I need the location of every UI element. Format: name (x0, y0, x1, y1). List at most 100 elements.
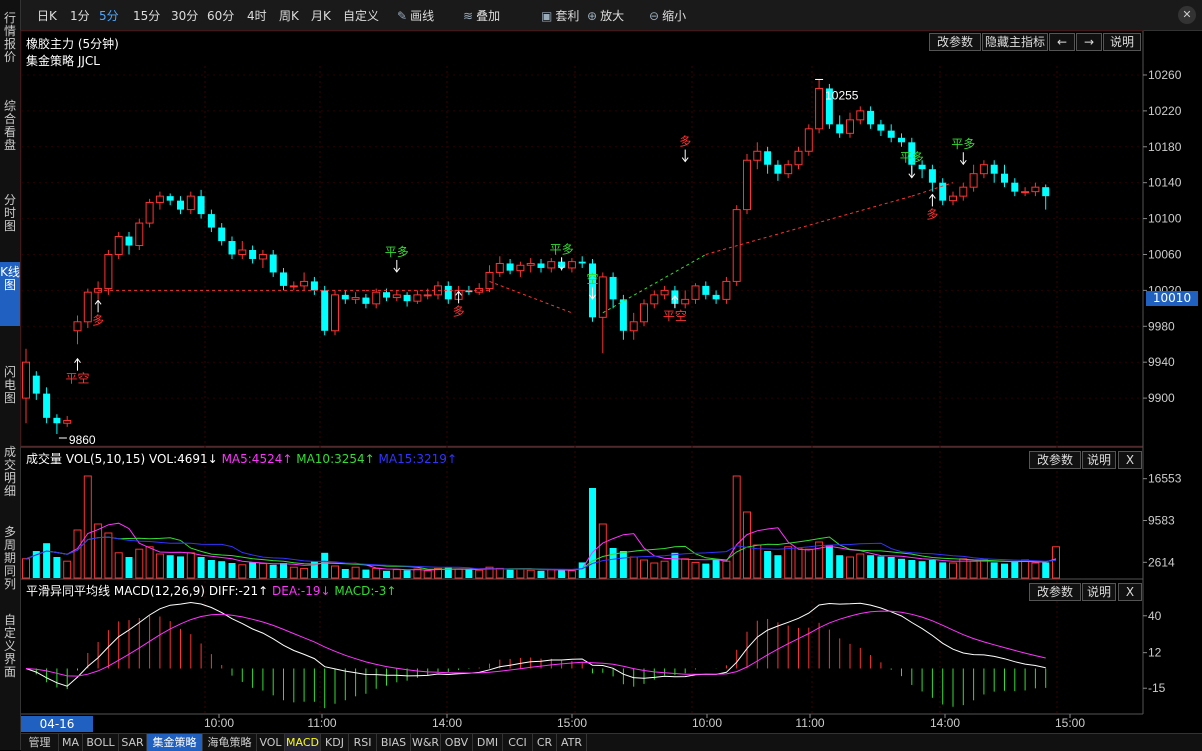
volume-bar (413, 568, 422, 579)
volume-bar (856, 553, 865, 579)
indicator-tab-9[interactable]: RSI (349, 734, 377, 751)
candle (1042, 184, 1050, 210)
candle (898, 133, 905, 147)
candle (609, 272, 617, 309)
volume-bar (392, 569, 401, 579)
main-buttons-btn-4[interactable]: 说明 (1103, 33, 1141, 51)
volume-tick: 2614 (1148, 555, 1175, 569)
indicator-tab-13[interactable]: DMI (473, 734, 503, 751)
candle (1001, 164, 1008, 188)
price-tick: 10100 (1148, 212, 1182, 226)
indicator-tab-7[interactable]: MACD (285, 734, 321, 751)
cursor-time-tag: 04-16 14:40 (21, 716, 93, 747)
volume-bar (887, 557, 895, 578)
candle (979, 160, 988, 179)
candle (177, 196, 184, 215)
candle (362, 293, 370, 309)
candle (166, 193, 174, 206)
candle (53, 414, 61, 434)
price-tick: 10140 (1148, 176, 1182, 190)
indicator-tab-15[interactable]: CR (533, 734, 557, 751)
volume-bar (979, 559, 988, 579)
candle (537, 258, 545, 273)
candle (547, 258, 556, 273)
indicator-tab-14[interactable]: CCI (503, 734, 533, 751)
vol-buttons-btn-2[interactable]: X (1118, 451, 1142, 469)
kline-chart[interactable]: 1026010220101801014010100100601002099809… (0, 0, 1202, 750)
volume-bar (990, 562, 998, 578)
volume-bar (145, 546, 154, 579)
macd-buttons-btn-0[interactable]: 改参数 (1029, 583, 1081, 601)
volume-bar (94, 523, 103, 579)
candle (269, 250, 277, 277)
volume-bar (1031, 562, 1040, 579)
main-buttons-btn-2[interactable]: ← (1049, 33, 1075, 51)
macd-buttons-btn-2[interactable]: X (1118, 583, 1142, 601)
stop-line (489, 280, 573, 314)
indicator-tab-8[interactable]: KDJ (321, 734, 349, 751)
indicator-tab-16[interactable]: ATR (557, 734, 587, 751)
volume-bar (73, 529, 82, 579)
volume-bar (908, 560, 916, 578)
main-buttons-btn-1[interactable]: 隐藏主指标 (982, 33, 1048, 51)
signal-marker: 平多 (900, 151, 924, 179)
candle (331, 290, 339, 336)
indicator-tab-1[interactable]: MA (59, 734, 83, 751)
volume-bar (691, 561, 700, 579)
candle (578, 256, 586, 268)
volume-bar (228, 563, 236, 578)
volume-bar (114, 552, 123, 579)
indicator-tab-6[interactable]: VOL (257, 734, 285, 751)
volume-bar (877, 556, 885, 578)
signal-label: 多 (92, 313, 104, 327)
macd-buttons-btn-1[interactable]: 说明 (1082, 583, 1116, 601)
indicator-tab-2[interactable]: BOLL (83, 734, 119, 751)
high-price-label: 10255 (825, 88, 859, 102)
candle (43, 387, 51, 424)
volume-bar (1042, 562, 1050, 578)
ma10-value: MA10:3254↑ (296, 452, 375, 466)
volume-bar (53, 557, 61, 578)
signal-label: 平多 (900, 151, 924, 165)
volume-bar (918, 561, 926, 578)
candle (784, 160, 793, 179)
candle (702, 281, 710, 300)
volume-bar (383, 570, 390, 578)
volume-bar (495, 567, 504, 579)
volume-bar (465, 569, 473, 578)
volume-bar (351, 566, 360, 579)
candle (238, 241, 247, 259)
indicator-tab-12[interactable]: OBV (441, 734, 473, 751)
main-buttons-btn-3[interactable]: → (1076, 33, 1102, 51)
vol-buttons-btn-0[interactable]: 改参数 (1029, 451, 1081, 469)
volume-bar (258, 563, 267, 579)
volume-bar (22, 558, 30, 579)
signal-marker: 多 (453, 290, 465, 318)
volume-bar (197, 557, 205, 578)
volume-bar (774, 555, 782, 578)
candle (629, 312, 638, 340)
indicator-tab-5[interactable]: 海龟策略 (203, 734, 257, 751)
candle (155, 191, 164, 210)
indicator-tab-10[interactable]: BIAS (377, 734, 411, 751)
vol-buttons-btn-1[interactable]: 说明 (1082, 451, 1116, 469)
candle (815, 79, 824, 134)
candle (145, 198, 154, 228)
volume-bar (640, 559, 648, 579)
candle (743, 153, 751, 215)
indicator-tab-3[interactable]: SAR (119, 734, 147, 751)
indicator-tab-4[interactable]: 集金策略 (147, 734, 203, 751)
low-price-label: 9860 (69, 433, 96, 447)
candle (619, 294, 627, 340)
candle (73, 315, 82, 345)
main-buttons-btn-0[interactable]: 改参数 (929, 33, 981, 51)
candle (764, 146, 772, 174)
signal-label: 平多 (550, 242, 574, 256)
candle (681, 290, 690, 309)
candle (650, 290, 659, 309)
candle (475, 283, 484, 295)
indicator-tab-11[interactable]: W&R (411, 734, 441, 751)
indicator-tab-0[interactable]: 管理 (21, 734, 59, 751)
volume-bar (732, 475, 741, 579)
price-tick: 10180 (1148, 140, 1182, 154)
